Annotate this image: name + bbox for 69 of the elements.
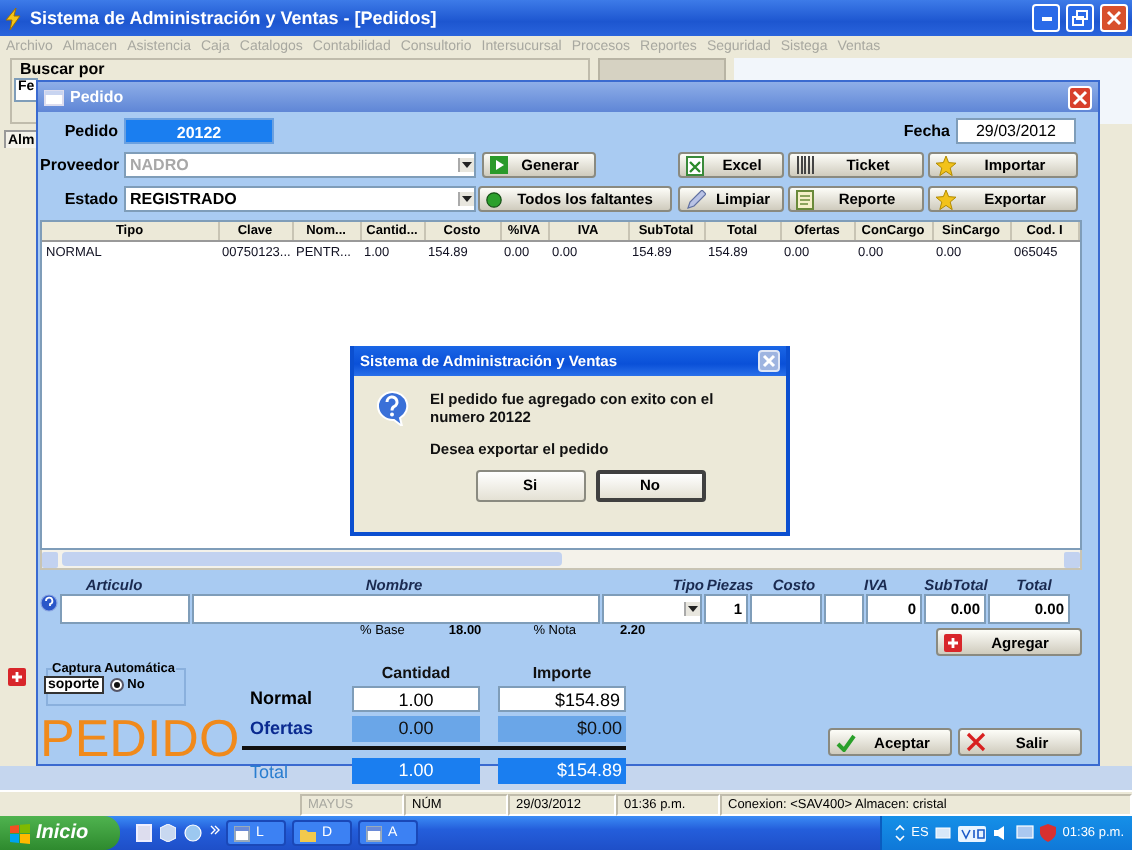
monitor-icon [1016,824,1035,842]
cross-icon [966,732,986,752]
amount-field: $0.00 [498,716,626,742]
minimize-button[interactable] [1032,4,1060,32]
column-label: Cantidad [379,664,453,682]
status-dropdown[interactable]: REGISTRADO [124,186,476,212]
close-icon [762,354,776,368]
bars-icon [796,156,816,174]
window-title: Pedido [70,88,126,106]
star-icon [936,189,956,209]
stamp-text: PEDIDO [40,712,242,764]
group-label: Buscar por [18,60,107,78]
input-field[interactable] [192,594,600,624]
caret-icon [684,602,700,616]
window-icon [136,824,152,842]
circle-icon [486,191,502,207]
pencil-icon [686,189,706,209]
row-label: Normal [250,686,315,712]
dropdown[interactable] [602,594,702,624]
row-label: Total [250,762,291,784]
window-icon [44,89,64,105]
logo-icon [958,825,987,841]
field-label: Pedido [62,122,118,140]
quantity-field: 1.00 [352,758,480,784]
quantity-field: 0.00 [352,716,480,742]
close-icon [1072,89,1088,105]
radio-button[interactable] [109,678,124,692]
field-label: Fecha [903,122,950,140]
caret-icon [458,192,474,206]
close-button[interactable] [758,350,780,372]
check-icon [836,733,856,751]
play-icon [490,156,508,174]
horizontal-scrollbar[interactable] [40,550,1082,570]
order-number-field[interactable]: 20122 [124,118,274,144]
cube-icon [160,824,176,842]
field-label: Estado [62,190,118,208]
amount-field: $154.89 [498,758,626,784]
minimize-icon [1039,15,1053,21]
lightning-icon [4,7,24,29]
plus-icon [944,633,962,651]
field-label: Proveedor [40,156,118,174]
flag-icon [10,823,30,843]
window-title: Sistema de Administración y Ventas - [Pedidos] [30,8,439,28]
date-field[interactable]: 29/03/2012 [956,118,1076,144]
window-icon [366,825,382,841]
row-label: Ofertas [250,716,316,742]
spreadsheet-icon [686,155,704,175]
plus-icon [8,668,26,686]
chevron-icon [893,824,906,842]
circle-icon [40,594,58,612]
star-icon [936,155,956,175]
column-label: Importe [530,664,594,682]
folder-icon [300,825,316,841]
input-field[interactable] [60,594,190,624]
document-icon [796,189,814,209]
restore-icon [1072,10,1088,26]
amount-field: $154.89 [498,686,626,712]
network-icon [934,824,953,842]
restore-button[interactable] [1066,4,1094,32]
globe-icon [184,824,202,842]
caret-icon [458,158,474,172]
window-icon [234,825,250,841]
input-field[interactable] [750,594,822,624]
close-icon [1106,10,1122,26]
shield-icon [1040,824,1057,842]
question-icon [374,390,410,426]
chevron-icon [210,824,220,836]
input-field[interactable] [824,594,864,624]
quantity-field: 1.00 [352,686,480,712]
